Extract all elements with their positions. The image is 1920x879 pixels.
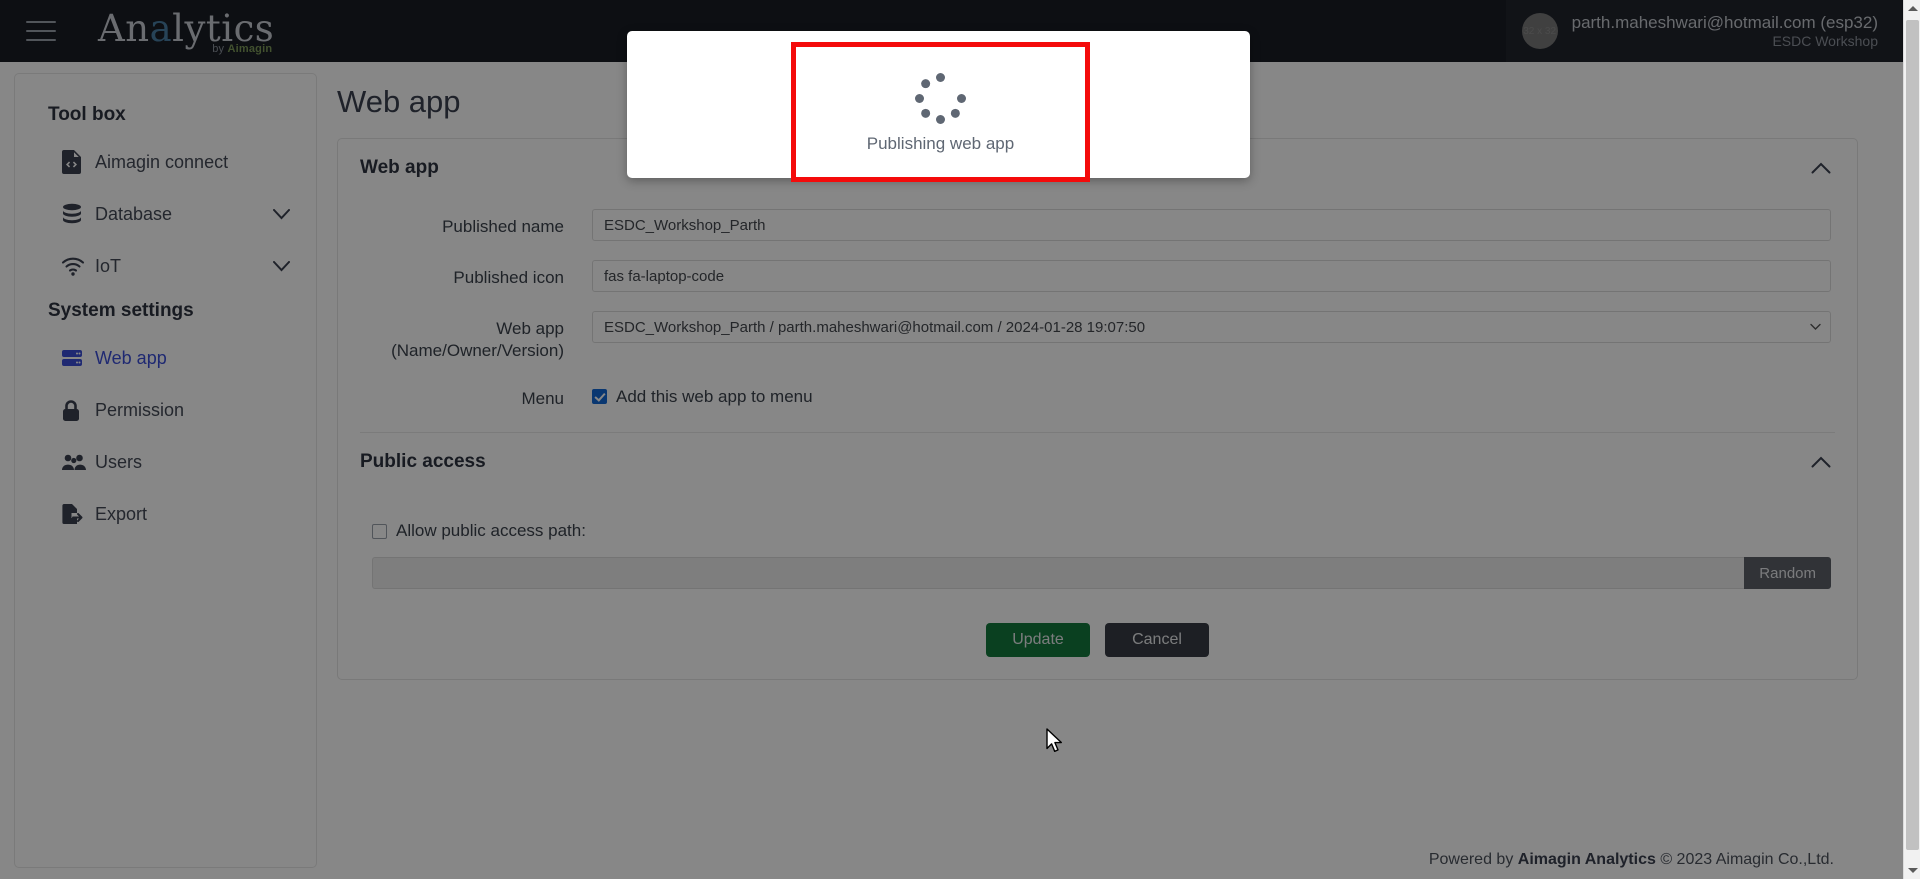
- mouse-cursor: [1046, 728, 1065, 760]
- scroll-down-arrow-icon[interactable]: [1904, 862, 1920, 879]
- scroll-up-arrow-icon[interactable]: [1904, 0, 1920, 17]
- app-root: Analytics by Aimagin 32 x 32 parth.mahes…: [0, 0, 1920, 879]
- page-scrollbar[interactable]: [1903, 0, 1920, 879]
- highlight-box: Publishing web app: [791, 42, 1090, 182]
- loading-spinner-icon: [913, 70, 969, 126]
- publishing-status-label: Publishing web app: [866, 134, 1015, 153]
- publishing-modal: Publishing web app: [627, 31, 1250, 182]
- scrollbar-thumb[interactable]: [1906, 20, 1919, 850]
